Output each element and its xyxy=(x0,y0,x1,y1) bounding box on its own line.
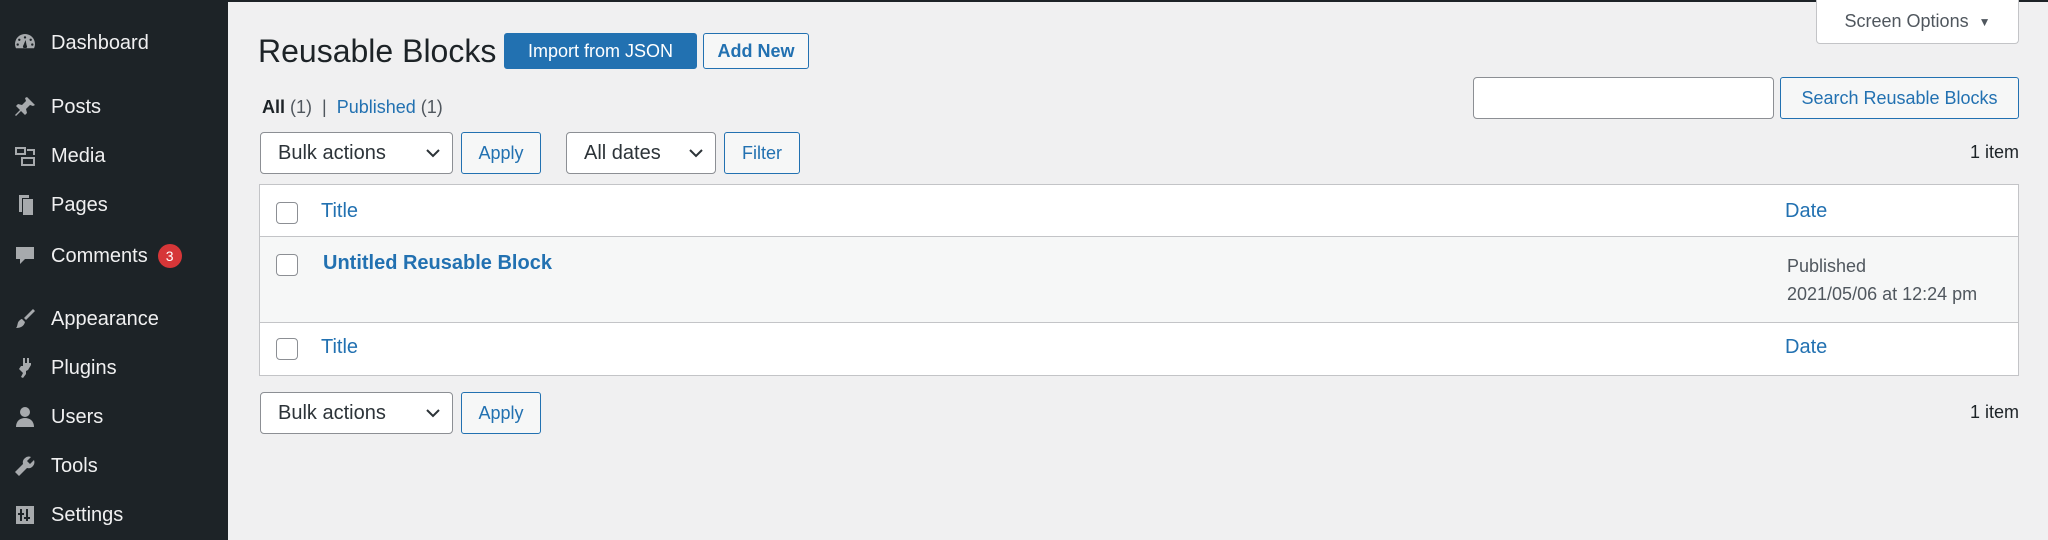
column-title-sort-footer[interactable]: Title xyxy=(321,336,358,359)
column-title-sort[interactable]: Title xyxy=(321,200,358,223)
column-date-sort[interactable]: Date xyxy=(1785,200,1827,223)
sidebar-item-label: Pages xyxy=(51,194,108,216)
sidebar-item-pages[interactable]: Pages xyxy=(0,183,228,227)
select-all-checkbox-footer[interactable] xyxy=(276,338,298,360)
apply-button-top[interactable]: Apply xyxy=(461,132,541,174)
status-views: All (1) | Published (1) xyxy=(262,96,443,118)
reusable-blocks-table: Title Date Untitled Reusable Block Publi… xyxy=(259,184,2019,376)
chevron-down-icon xyxy=(424,404,442,422)
view-published-count: (1) xyxy=(420,97,443,117)
page-title: Reusable Blocks xyxy=(258,33,497,69)
sidebar-item-settings[interactable]: Settings xyxy=(0,493,228,537)
sidebar-item-label: Media xyxy=(51,145,106,167)
row-checkbox[interactable] xyxy=(276,254,298,276)
bulk-actions-select-bottom[interactable]: Bulk actions xyxy=(260,392,453,434)
user-icon xyxy=(12,405,38,429)
import-from-json-button[interactable]: Import from JSON xyxy=(504,33,697,69)
table-header-row: Title Date xyxy=(260,185,2018,237)
media-icon xyxy=(12,144,38,168)
comment-count-badge: 3 xyxy=(157,244,182,268)
settings-icon xyxy=(12,503,38,527)
screen-options-label: Screen Options xyxy=(1844,11,1969,31)
caret-down-icon: ▼ xyxy=(1978,14,1991,29)
table-row: Untitled Reusable Block Published 2021/0… xyxy=(260,237,2018,323)
select-all-checkbox[interactable] xyxy=(276,202,298,224)
sidebar-item-users[interactable]: Users xyxy=(0,395,228,439)
date-filter-value: All dates xyxy=(584,141,661,164)
views-separator: | xyxy=(322,97,327,117)
items-count-top: 1 item xyxy=(1969,142,2019,162)
sidebar-item-label: Comments 3 xyxy=(51,244,182,268)
sidebar-item-label: Posts xyxy=(51,96,102,118)
sidebar-item-comments-text: Comments xyxy=(51,245,148,267)
date-cell: Published 2021/05/06 at 12:24 pm xyxy=(1787,252,1977,308)
column-date-sort-footer[interactable]: Date xyxy=(1785,336,1827,359)
comment-icon xyxy=(12,243,38,267)
date-filter-select[interactable]: All dates xyxy=(566,132,716,174)
sidebar-item-dashboard[interactable]: Dashboard xyxy=(0,21,228,65)
table-footer-row: Title Date xyxy=(260,323,2018,375)
sidebar-item-comments[interactable]: Comments 3 xyxy=(0,233,228,277)
bulk-actions-value: Bulk actions xyxy=(278,141,386,164)
view-all-link[interactable]: All (1) xyxy=(262,97,312,117)
sidebar-item-label: Settings xyxy=(51,504,124,526)
sidebar-item-label: Tools xyxy=(51,455,98,477)
filter-button[interactable]: Filter xyxy=(724,132,800,174)
dashboard-icon xyxy=(12,31,38,55)
sidebar-item-posts[interactable]: Posts xyxy=(0,85,228,129)
view-all-count: (1) xyxy=(290,97,313,117)
chevron-down-icon xyxy=(687,144,705,162)
screen-options-button[interactable]: Screen Options ▼ xyxy=(1816,0,2019,44)
sidebar-item-plugins[interactable]: Plugins xyxy=(0,346,228,390)
add-new-button[interactable]: Add New xyxy=(703,33,809,69)
publish-status: Published xyxy=(1787,256,1867,276)
chevron-down-icon xyxy=(424,144,442,162)
wrench-icon xyxy=(12,454,38,478)
view-published-link[interactable]: Published (1) xyxy=(337,97,443,117)
brush-icon xyxy=(12,307,38,331)
bulk-actions-select-top[interactable]: Bulk actions xyxy=(260,132,453,174)
sidebar-item-media[interactable]: Media xyxy=(0,134,228,178)
sidebar-item-label: Dashboard xyxy=(51,32,149,54)
pin-icon xyxy=(12,95,38,119)
search-input[interactable] xyxy=(1473,77,1774,119)
view-published-label: Published xyxy=(336,97,416,117)
admin-sidebar: Dashboard Posts Media Pages Comments 3 Ap… xyxy=(0,0,228,540)
search-reusable-blocks-button[interactable]: Search Reusable Blocks xyxy=(1780,77,2019,119)
top-border xyxy=(0,0,2048,2)
plugin-icon xyxy=(12,356,38,380)
pages-icon xyxy=(12,193,38,217)
sidebar-item-label: Appearance xyxy=(51,308,159,330)
apply-button-bottom[interactable]: Apply xyxy=(461,392,541,434)
sidebar-item-label: Users xyxy=(51,406,104,428)
sidebar-item-appearance[interactable]: Appearance xyxy=(0,297,228,341)
sidebar-item-label: Plugins xyxy=(51,357,117,379)
publish-date: 2021/05/06 at 12:24 pm xyxy=(1787,284,1978,304)
bulk-actions-value: Bulk actions xyxy=(278,401,386,424)
items-count-bottom: 1 item xyxy=(1969,402,2019,422)
block-title-link[interactable]: Untitled Reusable Block xyxy=(323,252,552,275)
view-all-label: All xyxy=(262,97,286,117)
sidebar-item-tools[interactable]: Tools xyxy=(0,444,228,488)
